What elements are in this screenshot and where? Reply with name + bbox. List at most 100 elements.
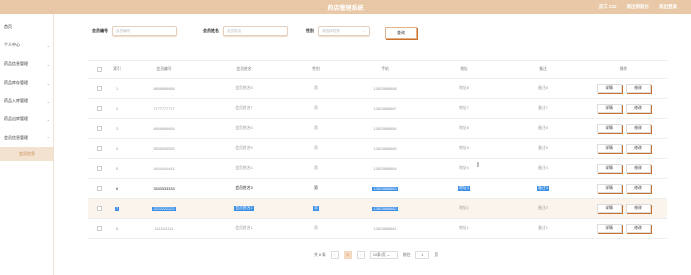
edit-button[interactable]: 修改 [625,124,651,133]
edit-button[interactable]: 修改 [625,144,651,153]
row-checkbox[interactable] [96,186,102,191]
table-row: 8 1111111111 会员姓名1 男 13823888881 地址1 备注1… [88,219,667,239]
sidebar-item-member-mgmt[interactable]: 会员信息管理 ⌃ [4,135,50,141]
cell-index: 1 [115,86,119,91]
chevron-down-icon: ⌄ [46,42,50,48]
row-checkbox[interactable] [96,86,102,91]
sidebar-item-home[interactable]: 首页 [4,24,50,30]
col-gender: 性别 [312,67,320,71]
detail-button[interactable]: 详情 [596,224,622,233]
sidebar: 首页 个人中心 ⌄ 药品信息管理 ⌄ 药品库存管理 ⌄ 药品入库管理 ⌄ 药品出库管理 ⌄… [0,14,54,275]
cell-member-name: 会员姓名8 [235,86,253,90]
sidebar-item-profile[interactable]: 个人中心 ⌄ [4,42,50,48]
col-address: 地址 [460,67,468,71]
col-phone: 手机 [381,67,389,71]
detail-button[interactable]: 详情 [596,124,622,133]
cell-gender: 男 [314,166,318,170]
detail-button[interactable]: 详情 [596,204,622,213]
cell-phone: 13823888888 [373,86,397,91]
table-row: 7 2222222222 会员姓名2 男 13823888882 地址2 备注2… [88,199,667,219]
page-unit-label: 页 [434,252,439,257]
cell-address: 地址4 [459,166,469,170]
detail-button[interactable]: 详情 [596,84,622,93]
select-all-checkbox[interactable] [96,67,102,72]
cell-gender: 男 [314,226,318,230]
sidebar-item-label: 药品信息管理 [4,61,28,66]
sidebar-item-label: 会员信息管理 [4,135,28,140]
row-checkbox[interactable] [96,226,102,231]
sidebar-item-drug-info[interactable]: 药品信息管理 ⌄ [4,61,50,67]
cell-note: 备注3 [537,186,549,191]
table-row: 2 7777777777 会员姓名7 男 13823888887 地址7 备注7… [88,99,667,119]
search-bar: 会员编号 会员编号 会员姓名 会员姓名 性别 请选择性别 ⌄ [92,26,370,36]
cell-note: 备注8 [538,86,548,90]
edit-button[interactable]: 修改 [625,104,651,113]
text-cursor-icon: I [477,162,479,169]
page-size-select[interactable]: 10条/页 ⌄ [369,251,398,259]
goto-label: 前往 [402,252,411,257]
table-header: 索引 会员编号 会员姓名 性别 手机 地址 备注 操作 [88,60,667,79]
pagination: 共 8 条 ‹ 1 › 10条/页 ⌄ 前往 1 页 [314,251,438,259]
current-user: 员工 222 [598,4,617,9]
edit-button[interactable]: 修改 [625,84,651,93]
search-button[interactable]: 查询 [385,27,417,39]
cell-gender: 男 [313,206,319,211]
row-checkbox[interactable] [96,126,102,131]
goto-page-input[interactable]: 1 [415,251,430,259]
cell-address: 地址3 [458,186,470,191]
logout-link[interactable]: 退出登录 [659,4,677,10]
detail-button[interactable]: 详情 [596,144,622,153]
row-checkbox[interactable] [96,106,102,111]
row-checkbox[interactable] [96,146,102,151]
cell-member-no: 6666666666 [153,126,175,131]
sidebar-item-drug-outbound[interactable]: 药品出库管理 ⌄ [4,116,50,122]
chevron-down-icon: ⌄ [46,98,50,104]
chevron-up-icon: ⌃ [46,135,50,141]
cell-index: 5 [115,166,119,171]
cell-phone: 13823888886 [373,126,397,131]
cell-address: 地址5 [459,146,469,150]
cell-address: 地址6 [459,126,469,130]
edit-button[interactable]: 修改 [625,204,651,213]
detail-button[interactable]: 详情 [596,104,622,113]
back-to-front-link[interactable]: 退出到前台 [627,4,650,10]
next-page-icon[interactable]: › [356,251,365,259]
detail-button[interactable]: 详情 [596,184,622,193]
row-checkbox[interactable] [96,166,102,171]
gender-select[interactable]: 请选择性别 ⌄ [318,26,370,36]
chevron-down-icon: ⌄ [386,253,390,257]
table-row: 4 5555555555 会员姓名5 男 13823888885 地址5 备注5… [88,139,667,159]
edit-button[interactable]: 修改 [625,164,651,173]
detail-button[interactable]: 详情 [596,164,622,173]
sidebar-item-label: 药品库存管理 [4,80,28,85]
row-checkbox[interactable] [96,206,102,211]
cell-index: 2 [115,106,119,111]
chevron-down-icon: ⌄ [46,116,50,122]
edit-button[interactable]: 修改 [625,184,651,193]
page-number[interactable]: 1 [343,251,352,259]
sidebar-item-drug-inbound[interactable]: 药品入库管理 ⌄ [4,98,50,104]
cell-member-name: 会员姓名7 [235,106,253,110]
cell-index: 8 [115,226,119,231]
edit-button[interactable]: 修改 [625,224,651,233]
prev-page-icon[interactable]: ‹ [330,251,339,259]
chevron-down-icon: ⌄ [362,29,366,33]
col-member-no: 会员编号 [156,67,172,71]
cell-phone: 13823888885 [373,146,397,151]
col-member-name: 会员姓名 [236,67,252,71]
sidebar-item-label: 首页 [4,24,12,29]
cell-member-no: 7777777777 [153,106,175,111]
member-no-input[interactable]: 会员编号 [112,26,177,36]
sidebar-item-drug-stock[interactable]: 药品库存管理 ⌄ [4,80,50,86]
cell-gender: 男 [314,86,318,90]
member-name-input[interactable]: 会员姓名 [223,26,288,36]
sidebar-subitem-label: 会员信息 [19,151,35,156]
cell-member-name: 会员姓名1 [235,226,253,230]
sidebar-subitem-member-info[interactable]: 会员信息 [0,147,54,161]
cell-address: 地址1 [459,226,469,230]
cell-gender: 男 [314,186,318,190]
col-note: 备注 [539,67,547,71]
cell-note: 备注2 [538,206,548,210]
cell-member-name: 会员姓名5 [235,146,253,150]
member-name-label: 会员姓名 [203,28,219,33]
